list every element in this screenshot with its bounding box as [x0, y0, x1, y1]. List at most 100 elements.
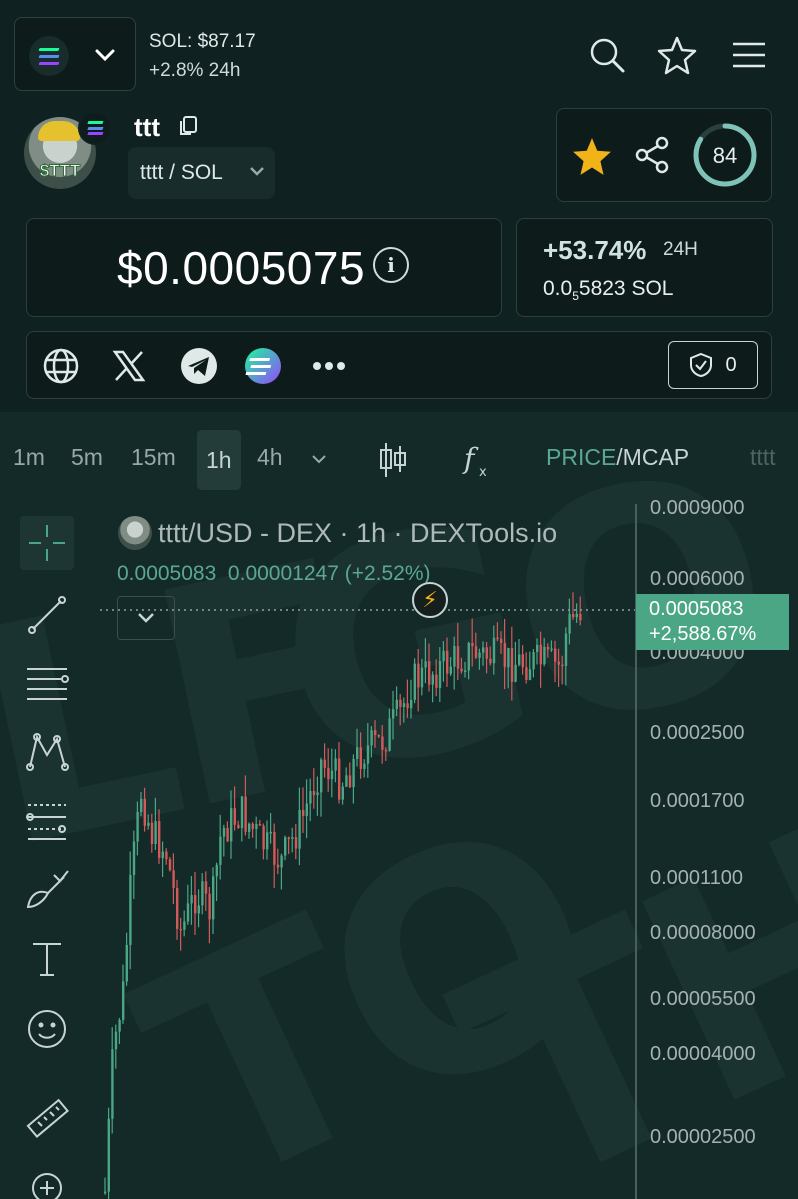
candle-body [550, 648, 553, 651]
candle-body [262, 825, 265, 850]
chart-panel: LF GO TO THE 1m 5m 15m 1h 4h fx PRICE/MC… [0, 412, 798, 1199]
share-icon[interactable] [634, 136, 672, 174]
more-icon[interactable] [309, 346, 349, 386]
copy-icon[interactable] [177, 115, 199, 137]
y-axis-label: 0.0006000 [650, 568, 745, 590]
solana-logo-icon [29, 36, 69, 76]
candle-body [251, 823, 254, 829]
info-icon[interactable]: i [373, 247, 409, 283]
candle-body [431, 674, 434, 685]
candle-body [413, 663, 416, 700]
candle-body [492, 637, 496, 664]
candle-body [327, 767, 330, 780]
candle-body [179, 928, 182, 931]
dext-score-gauge[interactable]: 84 [691, 121, 759, 189]
candle-body [435, 674, 438, 688]
candle-body [543, 646, 546, 665]
candle-body [136, 811, 139, 842]
change-period: 24H [663, 239, 698, 260]
candle-body [420, 667, 424, 688]
candle-body [309, 791, 312, 804]
candle-body [316, 792, 319, 796]
candle-body [395, 699, 398, 710]
current-price-tag: 0.0005083 +2,588.67% [636, 594, 789, 650]
candle-body [374, 730, 377, 736]
candle-body [176, 887, 179, 929]
candle-body [334, 758, 337, 771]
y-axis-label: 0.00005500 [650, 988, 756, 1010]
candle-body [240, 796, 244, 829]
candle-body [428, 661, 431, 685]
y-axis-label: 0.00008000 [650, 922, 756, 944]
candle-body [197, 905, 200, 914]
candle-body [222, 827, 226, 837]
candle-body [158, 821, 161, 859]
candle-body [366, 745, 370, 764]
x-twitter-icon[interactable] [109, 346, 149, 386]
candle-body [514, 664, 517, 682]
menu-icon[interactable] [729, 35, 769, 75]
candle-body [280, 855, 283, 868]
candle-body [183, 921, 186, 930]
candle-body [525, 667, 528, 680]
token-price-sol: 0.055823 SOL [543, 277, 674, 304]
candle-body [341, 786, 344, 800]
chain-selector[interactable] [14, 17, 136, 91]
flash-event-icon[interactable]: ⚡ [412, 582, 448, 618]
token-actions-card: 84 [556, 108, 772, 202]
candle-body [356, 747, 359, 759]
candle-body [194, 895, 197, 914]
candle-body [114, 1031, 118, 1050]
candle-body [165, 851, 168, 860]
y-axis-label: 0.0001100 [650, 867, 744, 889]
shield-check-icon [690, 352, 713, 378]
candle-body [204, 881, 208, 894]
candle-body [406, 703, 409, 709]
token-price-usd: $0.0005075 [117, 242, 366, 294]
symbol-tab[interactable]: tttt [750, 444, 776, 471]
candle-body [132, 841, 136, 876]
candle-body [359, 747, 362, 769]
favorite-star-icon[interactable] [657, 35, 697, 75]
audit-shield-button[interactable]: 0 [668, 341, 758, 389]
candle-body [172, 870, 175, 888]
pair-selector[interactable]: tttt / SOL [128, 147, 275, 199]
candle-body [122, 981, 125, 1020]
candle-body [467, 642, 470, 671]
candle-body [507, 647, 510, 668]
current-price-value: 0.0005083 [649, 598, 744, 620]
candle-body [302, 810, 305, 816]
candle-body [503, 643, 506, 668]
candle-body [168, 859, 172, 871]
candle-body [248, 823, 251, 832]
y-axis-label: 0.0009000 [650, 497, 745, 519]
sol-price: SOL: $87.17 [149, 31, 256, 52]
chevron-down-icon [95, 49, 115, 62]
favorite-filled-star-icon[interactable] [571, 135, 613, 177]
candle-body [532, 652, 535, 670]
candle-body [345, 775, 348, 787]
candle-body [554, 648, 557, 662]
candle-body [399, 699, 402, 708]
candle-body [208, 893, 211, 920]
website-globe-icon[interactable] [41, 346, 81, 386]
candle-body [402, 703, 406, 708]
candle-body [147, 822, 150, 826]
candle-body [575, 613, 578, 618]
candle-body [215, 864, 218, 877]
candle-body [161, 851, 164, 859]
y-axis-label: 0.00002500 [650, 1126, 756, 1148]
token-name: ttt [134, 112, 160, 142]
candle-body [460, 668, 463, 672]
search-icon[interactable] [587, 35, 627, 75]
candle-body [417, 663, 420, 688]
score-value: 84 [713, 143, 737, 168]
candle-body [528, 669, 532, 680]
candle-body [410, 699, 413, 709]
telegram-icon[interactable] [179, 346, 219, 386]
y-axis-label: 0.00004000 [650, 1043, 756, 1065]
solana-explorer-icon[interactable] [243, 346, 283, 386]
candle-body [298, 810, 301, 849]
audit-count: 0 [725, 353, 737, 376]
candle-body [320, 759, 323, 793]
